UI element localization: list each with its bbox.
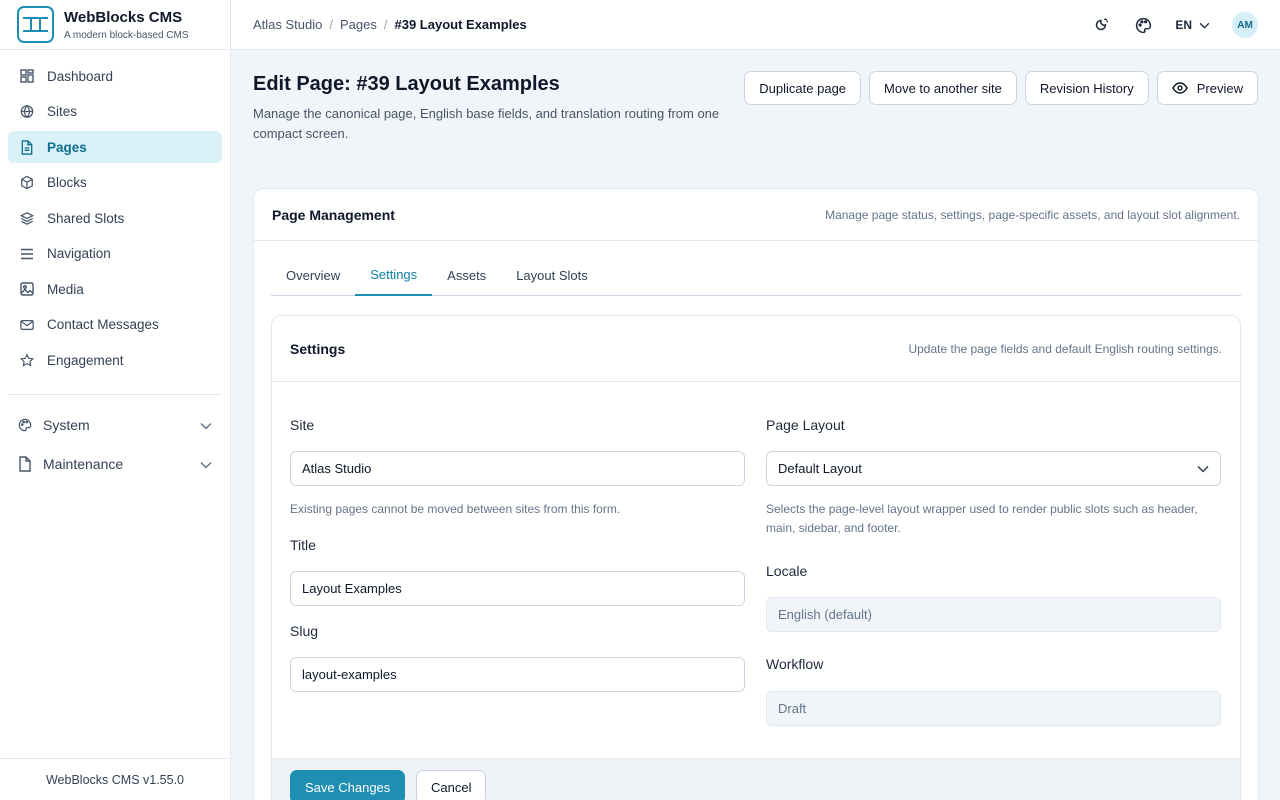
tab-settings[interactable]: Settings — [355, 255, 433, 296]
breadcrumb-site[interactable]: Atlas Studio — [253, 17, 322, 32]
page-management-card: Page Management Manage page status, sett… — [253, 188, 1259, 800]
tab-assets[interactable]: Assets — [432, 255, 501, 295]
breadcrumb-current: #39 Layout Examples — [394, 17, 527, 32]
sidebar-item-dashboard[interactable]: Dashboard — [8, 60, 222, 92]
sidebar-item-media[interactable]: Media — [8, 273, 222, 305]
webblocks-logo-icon — [17, 6, 54, 43]
sidebar-divider — [8, 394, 222, 395]
save-changes-button[interactable]: Save Changes — [290, 770, 406, 800]
breadcrumb-separator: / — [383, 17, 388, 32]
globe-icon — [20, 104, 34, 119]
page-layout-help: Selects the page-level layout wrapper us… — [766, 502, 1198, 535]
breadcrumb: Atlas Studio / Pages / #39 Layout Exampl… — [253, 17, 527, 32]
palette-icon[interactable] — [1133, 15, 1153, 35]
sidebar-item-label: Contact Messages — [47, 317, 159, 332]
sidebar-group-maintenance[interactable]: Maintenance — [8, 448, 222, 480]
sidebar: WebBlocks CMS A modern block-based CMS D… — [0, 0, 231, 800]
sidebar-item-label: Navigation — [47, 246, 111, 261]
menu-icon — [20, 247, 34, 261]
topbar: Atlas Studio / Pages / #39 Layout Exampl… — [231, 0, 1280, 50]
locale-label: Locale — [766, 563, 808, 579]
cube-icon — [20, 175, 34, 190]
site-help: Existing pages cannot be moved between s… — [290, 502, 621, 516]
chevron-down-icon — [1199, 22, 1210, 29]
page-layout-label: Page Layout — [766, 417, 845, 433]
page-actions: Duplicate page Move to another site Revi… — [736, 71, 1258, 105]
sidebar-item-label: Sites — [47, 104, 78, 119]
page-description: Manage the canonical page, English base … — [253, 106, 720, 141]
move-site-button[interactable]: Move to another site — [869, 71, 1017, 105]
avatar[interactable]: AM — [1232, 12, 1258, 38]
breadcrumb-pages[interactable]: Pages — [340, 17, 377, 32]
page-layout-value: Default Layout — [778, 461, 862, 476]
sidebar-item-label: Media — [47, 281, 84, 297]
chevron-down-icon — [200, 456, 212, 472]
palette-icon — [18, 418, 32, 432]
file-icon — [18, 456, 32, 472]
sidebar-item-label: Blocks — [47, 175, 87, 190]
star-icon — [20, 352, 34, 367]
site-label: Site — [290, 417, 315, 433]
sidebar-item-label: Pages — [47, 139, 87, 155]
preview-button[interactable]: Preview — [1156, 71, 1258, 105]
tab-overview[interactable]: Overview — [271, 255, 355, 295]
breadcrumb-separator: / — [329, 17, 333, 32]
workflow-field: Draft — [766, 691, 1221, 726]
title-label: Title — [290, 537, 316, 553]
form-actions: Save Changes Cancel — [272, 758, 1240, 800]
preview-label: Preview — [1196, 80, 1243, 96]
theme-toggle-icon[interactable] — [1091, 15, 1111, 35]
sidebar-nav: Dashboard Sites Pages Blocks Shared Slot… — [0, 50, 230, 376]
brand-title: WebBlocks CMS — [64, 8, 183, 26]
sidebar-item-pages[interactable]: Pages — [8, 131, 222, 163]
page-management-header: Page Management Manage page status, sett… — [254, 189, 1258, 241]
language-select[interactable]: EN — [1175, 18, 1210, 32]
language-label: EN — [1175, 18, 1192, 32]
site-field[interactable]: Atlas Studio — [290, 451, 745, 486]
brand-subtitle: A modern block-based CMS — [64, 29, 189, 41]
sidebar-item-label: Engagement — [47, 352, 124, 368]
page-layout-select[interactable]: Default Layout — [766, 451, 1221, 486]
image-icon — [20, 282, 34, 296]
page-management-title: Page Management — [272, 206, 395, 223]
slug-field[interactable]: layout-examples — [290, 657, 745, 692]
cancel-button[interactable]: Cancel — [416, 770, 487, 800]
sidebar-group-label: System — [43, 417, 90, 433]
duplicate-page-button[interactable]: Duplicate page — [744, 71, 862, 105]
sidebar-item-label: Shared Slots — [47, 210, 125, 226]
sidebar-item-shared-slots[interactable]: Shared Slots — [8, 202, 222, 234]
brand[interactable]: WebBlocks CMS A modern block-based CMS — [0, 0, 230, 50]
page-management-note: Manage page status, settings, page-speci… — [825, 207, 1240, 222]
sidebar-version: WebBlocks CMS v1.55.0 — [0, 758, 230, 800]
settings-panel: Settings Update the page fields and defa… — [271, 315, 1241, 800]
locale-field: English (default) — [766, 597, 1221, 632]
document-icon — [20, 139, 34, 155]
sidebar-group-label: Maintenance — [43, 456, 124, 472]
chevron-down-icon — [200, 417, 212, 433]
mail-icon — [20, 318, 34, 332]
settings-title: Settings — [290, 340, 346, 357]
eye-icon — [1171, 82, 1188, 94]
chevron-down-icon — [1197, 461, 1209, 476]
sidebar-item-contact-messages[interactable]: Contact Messages — [8, 309, 222, 341]
title-field[interactable]: Layout Examples — [290, 571, 745, 606]
management-tabs: Overview Settings Assets Layout Slots — [271, 255, 1241, 296]
slug-label: Slug — [290, 623, 319, 639]
page-title: Edit Page: #39 Layout Examples — [253, 73, 560, 95]
workflow-label: Workflow — [766, 656, 824, 672]
sidebar-group-system[interactable]: System — [8, 409, 222, 441]
sidebar-item-navigation[interactable]: Navigation — [8, 238, 222, 270]
sidebar-item-engagement[interactable]: Engagement — [8, 344, 222, 376]
layers-icon — [20, 211, 34, 225]
settings-header: Settings Update the page fields and defa… — [272, 316, 1240, 382]
sidebar-item-sites[interactable]: Sites — [8, 96, 222, 128]
sidebar-item-label: Dashboard — [47, 68, 114, 84]
topbar-actions: EN AM — [1069, 0, 1258, 50]
tab-layout-slots[interactable]: Layout Slots — [501, 255, 603, 295]
sidebar-item-blocks[interactable]: Blocks — [8, 167, 222, 199]
dashboard-icon — [20, 69, 34, 83]
settings-note: Update the page fields and default Engli… — [908, 341, 1222, 356]
revision-history-button[interactable]: Revision History — [1024, 71, 1149, 105]
